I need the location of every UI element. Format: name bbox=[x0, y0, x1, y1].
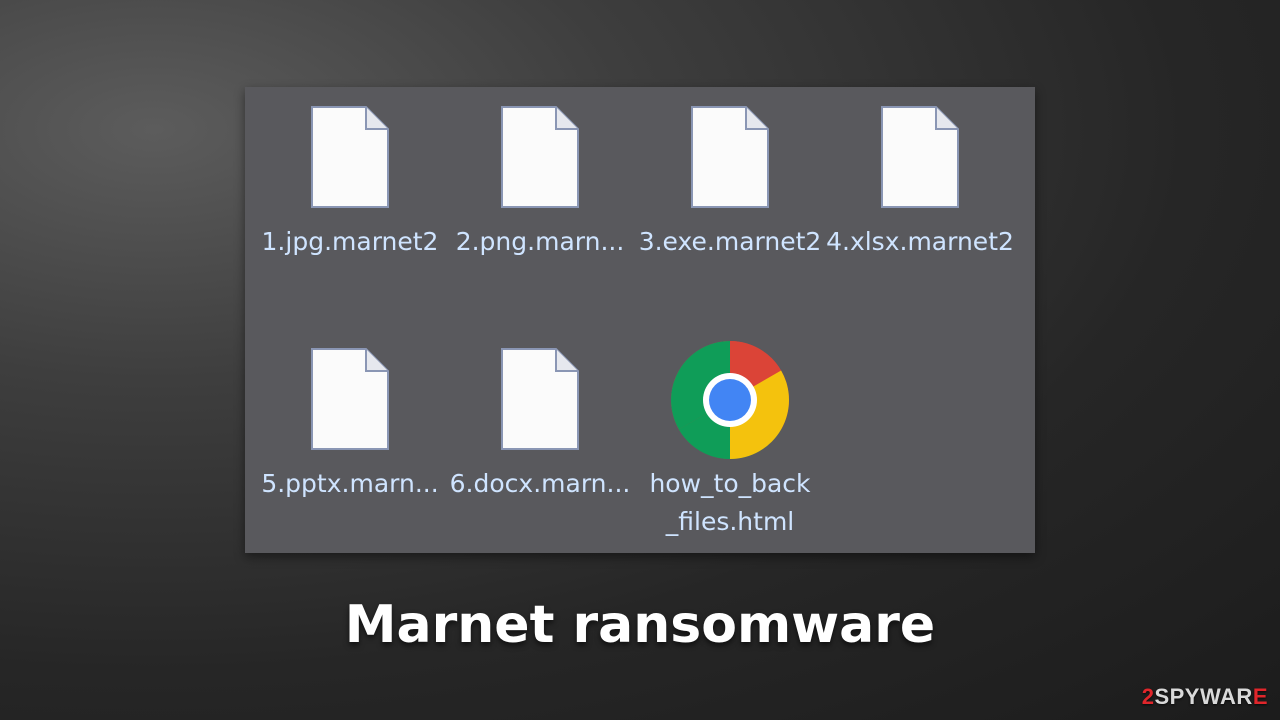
file-item-2[interactable]: 2.png.marn... bbox=[445, 105, 635, 261]
file-item-4[interactable]: 4.xlsx.marnet2 bbox=[825, 105, 1015, 261]
chrome-browser-icon bbox=[670, 341, 790, 460]
blank-document-icon bbox=[501, 348, 579, 450]
watermark-prefix: 2 bbox=[1141, 684, 1155, 709]
file-item-3[interactable]: 3.exe.marnet2 bbox=[635, 105, 825, 261]
file-name-label: 6.docx.marn... bbox=[449, 469, 631, 498]
file-name-label: how_to_back_files.html bbox=[649, 469, 811, 536]
blank-document-icon bbox=[881, 106, 959, 208]
blank-document-icon bbox=[691, 106, 769, 208]
file-item-1[interactable]: 1.jpg.marnet2 bbox=[255, 105, 445, 261]
watermark-suffix: E bbox=[1252, 684, 1268, 709]
page-title: Marnet ransomware bbox=[344, 595, 936, 655]
file-item-5[interactable]: 5.pptx.marn... bbox=[255, 347, 445, 503]
watermark-logo: 2SPYWARE bbox=[1142, 684, 1268, 710]
file-item-6[interactable]: 6.docx.marn... bbox=[445, 347, 635, 503]
watermark-middle: SPYWAR bbox=[1154, 684, 1253, 709]
blank-document-icon bbox=[311, 348, 389, 450]
file-item-7[interactable]: how_to_back_files.html bbox=[635, 339, 825, 541]
blank-document-icon bbox=[501, 106, 579, 208]
file-explorer-panel: 1.jpg.marnet2 2.png.marn... 3.exe.marnet… bbox=[245, 87, 1035, 553]
file-name-label: 2.png.marn... bbox=[455, 227, 625, 256]
file-name-label: 1.jpg.marnet2 bbox=[261, 227, 439, 256]
file-name-label: 4.xlsx.marnet2 bbox=[826, 227, 1014, 256]
file-name-label: 5.pptx.marn... bbox=[261, 469, 439, 498]
blank-document-icon bbox=[311, 106, 389, 208]
file-name-label: 3.exe.marnet2 bbox=[638, 227, 822, 256]
